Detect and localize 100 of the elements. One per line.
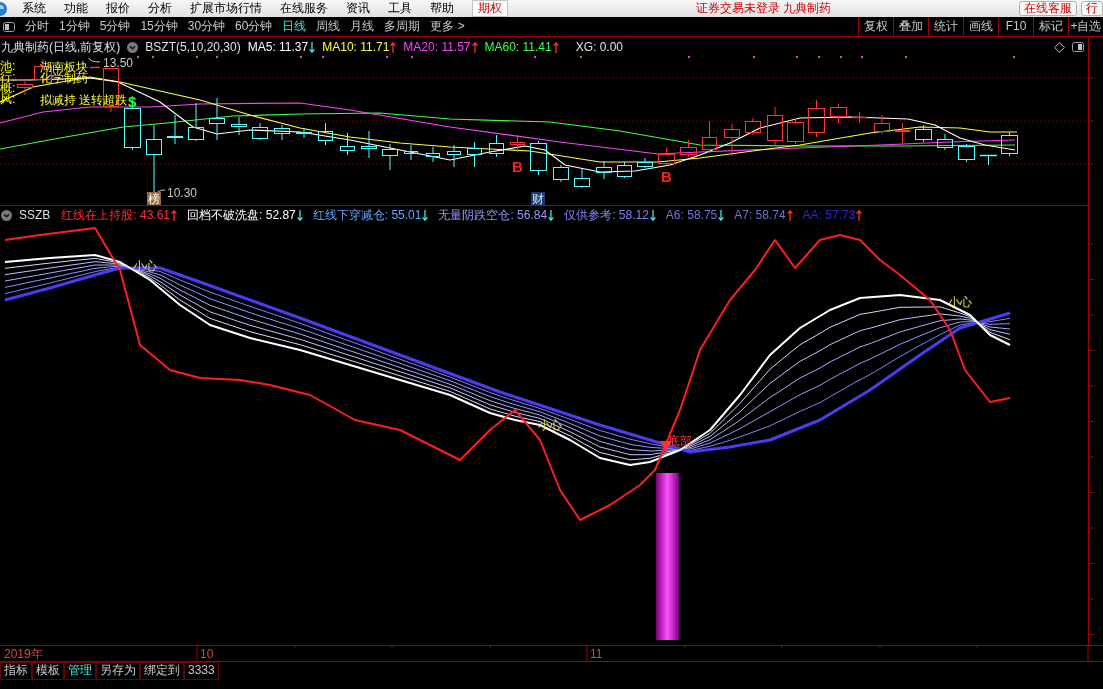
candlestick (274, 124, 290, 141)
menu-item[interactable]: 资讯 (346, 0, 370, 17)
candlestick (340, 132, 355, 156)
candlestick (1001, 131, 1018, 157)
buy-signal-label: B (661, 168, 672, 185)
option-menu-button[interactable]: 期权 (472, 0, 508, 17)
candlestick (209, 97, 225, 141)
candlestick (252, 122, 268, 141)
candlestick (404, 144, 418, 161)
arrow-down-icon (649, 209, 656, 221)
chart-tool-button[interactable]: 画线 (963, 17, 998, 36)
bottom-tab[interactable]: 管理 (64, 662, 96, 680)
bottom-tab[interactable]: 模板 (32, 662, 64, 680)
candlestick (167, 114, 183, 145)
menu-item[interactable]: 在线服务 (280, 0, 328, 17)
candlestick (510, 134, 525, 153)
panel-toggle-icon[interactable] (3, 21, 15, 32)
stock-title: 九典制药(日线,前复权) (1, 40, 121, 55)
indicator-reading[interactable]: A6: 58.75 (665, 208, 718, 223)
period-tab[interactable]: 30分钟 (187, 19, 226, 34)
arrow-down-icon (718, 209, 725, 221)
period-tab[interactable]: 分时 (25, 19, 49, 34)
indicator-reading[interactable]: 回档不破洗盘: 52.87 (187, 208, 296, 223)
period-tab[interactable]: 月线 (350, 19, 375, 34)
price-label: 13.50 (103, 56, 134, 70)
chart-tool-button[interactable]: 标记 (1033, 17, 1068, 36)
marker-dot (839, 55, 843, 59)
candlestick (915, 124, 932, 143)
arrow-down-icon (309, 41, 316, 53)
marker-dot (136, 55, 140, 59)
period-tab[interactable]: 多周期 (384, 19, 421, 34)
candlestick (787, 118, 804, 145)
bottom-tab[interactable]: 另存为 (96, 662, 140, 680)
marker-dot (321, 55, 325, 59)
indicator-reading[interactable]: 无量阴跌空仓: 56.84 (438, 208, 548, 223)
candlestick (318, 122, 333, 146)
marker-dot (860, 55, 864, 59)
menu-item[interactable]: 报价 (106, 0, 130, 17)
menu-item[interactable]: 功能 (64, 0, 88, 17)
caution-label: 小心 (948, 295, 972, 309)
side-label: 池: (0, 59, 16, 73)
bottom-tab[interactable]: 指标 (0, 662, 32, 680)
candlestick (467, 141, 482, 168)
moving-average-value: MA5: 11.37 (247, 40, 309, 55)
chart-tool-button[interactable]: 统计 (928, 17, 963, 36)
logo-icon[interactable] (0, 1, 8, 16)
menu-item[interactable]: 工具 (388, 0, 412, 17)
chart-tool-button[interactable]: +自选 (1068, 17, 1103, 36)
indicator-reading[interactable]: 红线下穿减仓: 55.01 (312, 208, 422, 223)
candlestick (617, 161, 632, 179)
leader-line (88, 57, 101, 63)
chart-tool-button[interactable]: 叠加 (893, 17, 928, 36)
marker-dot (533, 55, 537, 59)
arrow-down-icon (548, 209, 555, 221)
axis-label: 11 (590, 647, 603, 662)
indicator-reading[interactable]: 红线在上持股: 43.61 (61, 208, 171, 223)
arrow-up-icon (786, 209, 793, 221)
chart-tool-button[interactable]: 复权 (858, 17, 893, 36)
rank-badge: 榜 (147, 192, 161, 205)
indicator-reading[interactable]: 仅供参考: 58.12 (564, 208, 649, 223)
period-tab[interactable]: 1分钟 (59, 19, 90, 34)
finance-badge: 财 (531, 192, 545, 205)
candlestick (231, 116, 247, 136)
bottom-tab[interactable]: 3333 (184, 662, 219, 680)
diamond-icon[interactable] (1054, 41, 1065, 53)
arrow-up-icon (552, 41, 559, 53)
period-tab[interactable]: 5分钟 (99, 19, 131, 34)
menu-item[interactable]: 帮助 (430, 0, 454, 17)
candlestick (658, 147, 675, 166)
candlestick (767, 106, 783, 146)
marker-dot (410, 55, 414, 59)
candlestick (745, 117, 761, 136)
dropdown-icon[interactable] (127, 41, 139, 53)
period-tab[interactable]: 更多 > (430, 19, 465, 34)
period-tab[interactable]: 周线 (316, 19, 341, 34)
dollar-signal-label: $ (128, 93, 137, 110)
candlestick (447, 144, 461, 168)
arrow-down-icon (296, 209, 303, 221)
period-tab[interactable]: 15分钟 (140, 19, 178, 34)
chart-tool-button[interactable]: F10 (998, 17, 1033, 36)
leader-line (155, 189, 166, 195)
candlestick (530, 140, 547, 176)
candlestick (874, 114, 890, 135)
candlestick (979, 154, 998, 166)
candlestick (553, 164, 569, 183)
side-label: 行: (0, 70, 16, 84)
period-tab[interactable]: 日线 (282, 19, 307, 34)
menu-item[interactable]: 扩展市场行情 (190, 0, 262, 17)
menu-item[interactable]: 分析 (148, 0, 172, 17)
candlestick (382, 143, 398, 171)
menu-item[interactable]: 系统 (22, 0, 46, 17)
customer-service-button[interactable]: 在线客服 (1019, 1, 1077, 16)
login-status-text: 证券交易未登录 九典制药 (695, 1, 832, 16)
period-tab[interactable]: 60分钟 (235, 19, 273, 34)
menu-button[interactable]: 行 (1081, 1, 1103, 16)
indicator-reading[interactable]: A7: 58.74 (734, 208, 786, 223)
dropdown-icon[interactable] (1, 209, 12, 221)
bottom-tab[interactable]: 绑定到 (140, 662, 184, 680)
arrow-up-icon (390, 41, 397, 53)
layout-toggle-icon[interactable] (1072, 42, 1084, 53)
